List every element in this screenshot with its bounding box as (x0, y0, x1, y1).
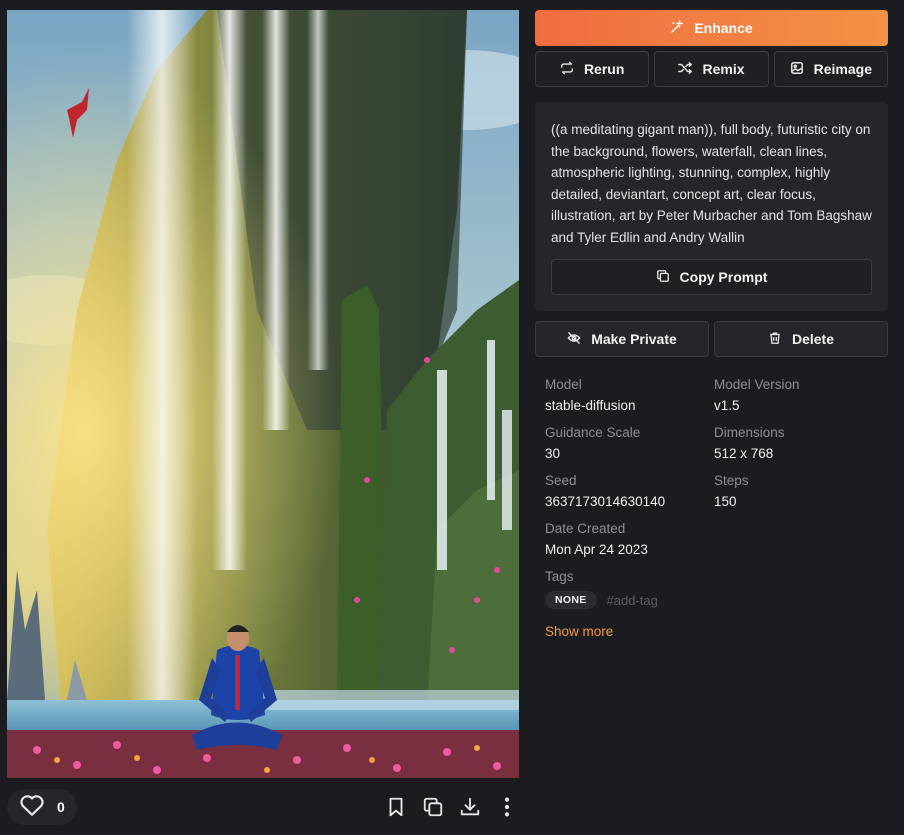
enhance-button[interactable]: Enhance (535, 10, 888, 46)
shuffle-icon (678, 61, 693, 78)
detail-steps: Steps 150 (714, 471, 883, 514)
like-count: 0 (57, 799, 65, 815)
detail-label: Dimensions (714, 425, 785, 440)
delete-button[interactable]: Delete (714, 321, 888, 357)
enhance-label: Enhance (694, 20, 753, 36)
reimage-button[interactable]: Reimage (773, 51, 888, 87)
detail-value: 3637173014630140 (545, 494, 666, 509)
detail-value: stable-diffusion (545, 398, 636, 413)
rerun-button[interactable]: Rerun (535, 51, 650, 87)
details-grid: Model stable-diffusion Model Version v1.… (535, 375, 888, 562)
generated-image[interactable] (7, 10, 519, 778)
detail-guidance-scale: Guidance Scale 30 (545, 423, 714, 466)
eye-off-icon (567, 331, 581, 348)
reimage-label: Reimage (813, 61, 872, 77)
copy-icon (656, 269, 670, 286)
prompt-text: ((a meditating gigant man)), full body, … (551, 122, 872, 245)
show-more-link[interactable]: Show more (545, 624, 613, 639)
add-tag-input[interactable]: #add-tag (607, 593, 658, 608)
copy-prompt-label: Copy Prompt (679, 269, 768, 285)
copy-prompt-button[interactable]: Copy Prompt (551, 259, 872, 295)
detail-value: v1.5 (714, 398, 740, 413)
detail-value: 150 (714, 494, 737, 509)
detail-label: Guidance Scale (545, 425, 641, 440)
delete-label: Delete (791, 331, 835, 347)
detail-model: Model stable-diffusion (545, 375, 714, 418)
detail-label: Date Created (545, 521, 626, 536)
repeat-icon (560, 61, 574, 78)
tags-section: Tags NONE #add-tag Show more (535, 567, 888, 641)
detail-value: Mon Apr 24 2023 (545, 542, 648, 557)
details-panel: Enhance Rerun Remix Reimage ((a meditati… (535, 10, 888, 641)
make-private-label: Make Private (591, 331, 677, 347)
image-icon (790, 61, 804, 78)
detail-seed: Seed 3637173014630140 (545, 471, 714, 514)
make-private-button[interactable]: Make Private (535, 321, 709, 357)
more-vertical-icon[interactable] (495, 795, 519, 819)
detail-date-created: Date Created Mon Apr 24 2023 (545, 519, 714, 562)
tags-label: Tags (545, 569, 574, 584)
tag-none-badge: NONE (545, 591, 597, 609)
image-toolbar: 0 (7, 786, 519, 830)
magic-wand-icon (670, 19, 684, 37)
bookmark-icon[interactable] (384, 795, 408, 819)
detail-label: Seed (545, 473, 577, 488)
detail-value: 30 (545, 446, 561, 461)
rerun-label: Rerun (583, 61, 625, 77)
generated-artwork (7, 10, 519, 778)
copy-icon[interactable] (421, 795, 445, 819)
heart-icon (19, 793, 45, 822)
detail-label: Model Version (714, 377, 800, 392)
remix-button[interactable]: Remix (654, 51, 769, 87)
detail-value: 512 x 768 (714, 446, 774, 461)
detail-dimensions: Dimensions 512 x 768 (714, 423, 883, 466)
remix-label: Remix (702, 61, 745, 77)
trash-icon (768, 331, 782, 348)
download-icon[interactable] (458, 795, 482, 819)
detail-label: Model (545, 377, 582, 392)
prompt-card: ((a meditating gigant man)), full body, … (535, 102, 888, 311)
detail-model-version: Model Version v1.5 (714, 375, 883, 418)
like-button[interactable]: 0 (7, 789, 77, 825)
detail-label: Steps (714, 473, 749, 488)
